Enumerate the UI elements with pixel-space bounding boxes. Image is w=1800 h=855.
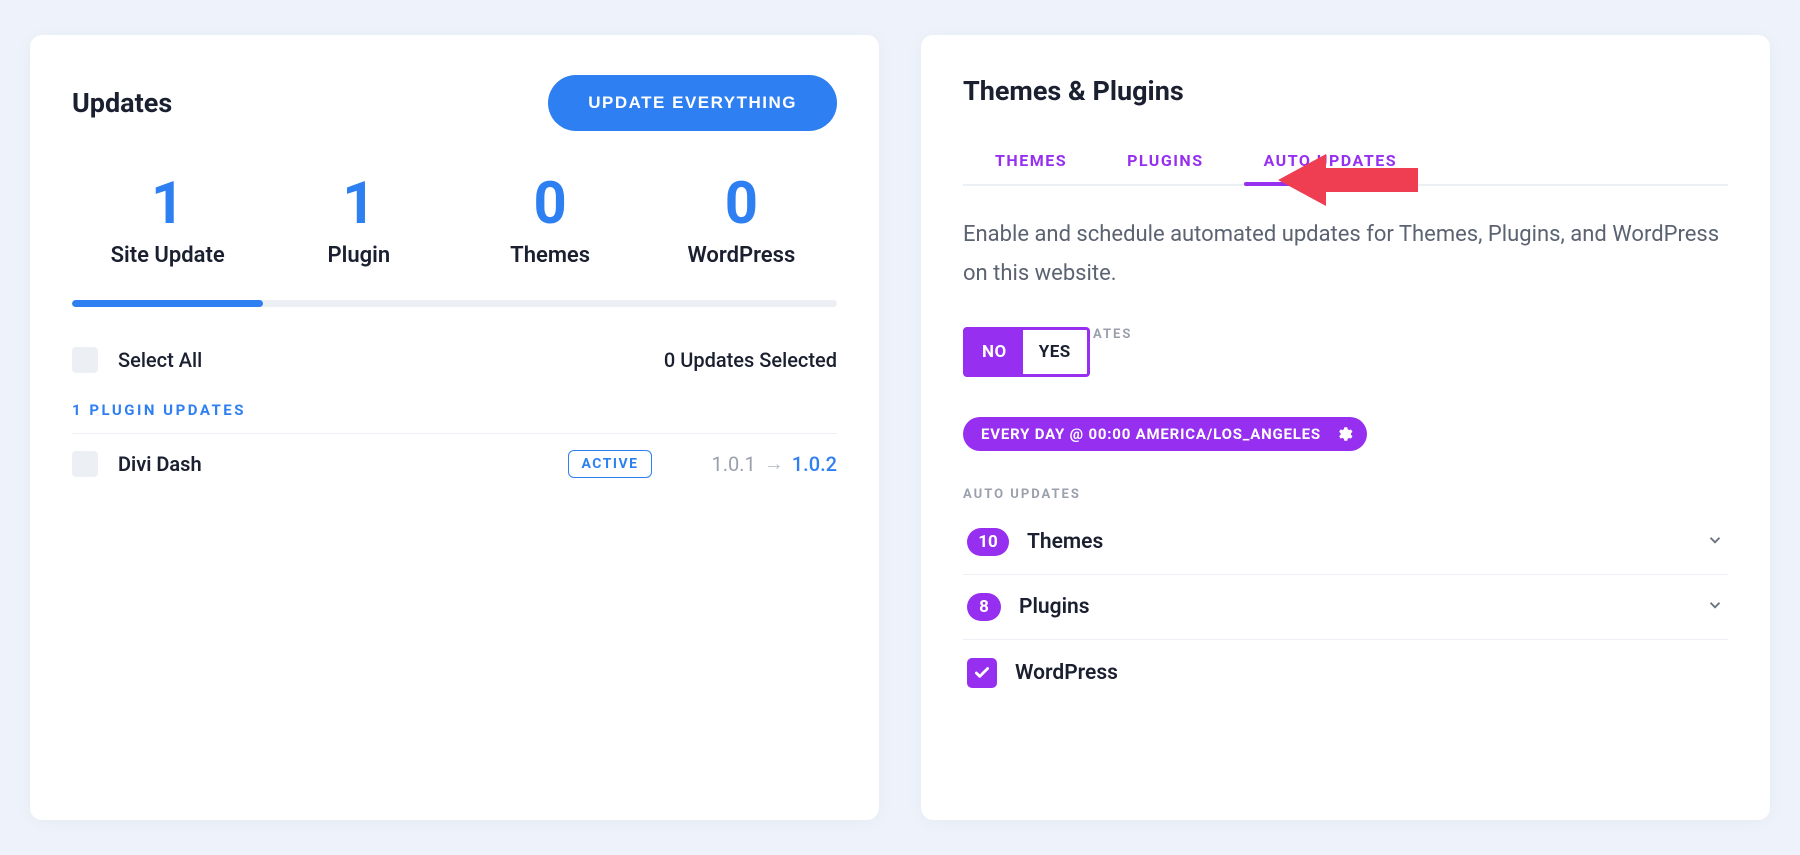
auto-updates-label: AUTO UPDATES (963, 487, 1728, 502)
toggle-no[interactable]: NO (966, 330, 1023, 374)
stat-label: WordPress (646, 243, 837, 268)
stat-site-update[interactable]: 1 Site Update (72, 173, 263, 268)
auto-row-title: WordPress (1015, 661, 1724, 685)
progress-track (72, 300, 837, 307)
tab-auto-updates[interactable]: AUTO UPDATES (1256, 139, 1406, 184)
auto-row-plugins[interactable]: 8 Plugins (963, 575, 1728, 640)
version-old: 1.0.1 (712, 452, 756, 476)
auto-row-themes[interactable]: 10 Themes (963, 510, 1728, 575)
tab-themes[interactable]: THEMES (987, 139, 1075, 184)
version-group: 1.0.1 → 1.0.2 (712, 451, 838, 476)
stat-plugin[interactable]: 1 Plugin (263, 173, 454, 268)
arrow-right-icon: → (764, 451, 784, 476)
enable-toggle[interactable]: NO YES (963, 327, 1090, 377)
stat-number: 1 (263, 173, 454, 237)
select-left: Select All (72, 347, 202, 373)
updates-header: Updates UPDATE EVERYTHING (72, 75, 837, 131)
themes-plugins-panel: Themes & Plugins THEMES PLUGINS AUTO UPD… (921, 35, 1770, 820)
stat-number: 1 (72, 173, 263, 237)
chevron-down-icon (1706, 531, 1724, 553)
stat-number: 0 (455, 173, 646, 237)
update-item-name: Divi Dash (118, 452, 202, 476)
select-all-label: Select All (118, 348, 202, 372)
stat-themes[interactable]: 0 Themes (455, 173, 646, 268)
wordpress-checkbox[interactable] (967, 658, 997, 688)
updates-panel: Updates UPDATE EVERYTHING 1 Site Update … (30, 35, 879, 820)
stat-label: Site Update (72, 243, 263, 268)
enable-label-behind: ATES (1093, 327, 1132, 342)
update-everything-button[interactable]: UPDATE EVERYTHING (548, 75, 837, 131)
auto-row-wordpress[interactable]: WordPress (963, 640, 1728, 706)
count-pill: 8 (967, 593, 1001, 621)
select-all-checkbox[interactable] (72, 347, 98, 373)
status-badge: ACTIVE (568, 450, 651, 478)
selected-count: 0 Updates Selected (664, 348, 837, 372)
count-pill: 10 (967, 528, 1009, 556)
enable-toggle-wrap: ATES NO YES (963, 327, 1728, 387)
stat-label: Themes (455, 243, 646, 268)
auto-updates-description: Enable and schedule automated updates fo… (963, 216, 1728, 293)
version-new: 1.0.2 (792, 452, 837, 476)
stat-number: 0 (646, 173, 837, 237)
toggle-yes[interactable]: YES (1023, 330, 1087, 374)
tabs: THEMES PLUGINS AUTO UPDATES (963, 139, 1728, 186)
plugin-updates-caption: 1 PLUGIN UPDATES (72, 401, 837, 419)
select-row: Select All 0 Updates Selected (72, 347, 837, 373)
schedule-text: EVERY DAY @ 00:00 AMERICA/LOS_ANGELES (981, 425, 1321, 443)
themes-plugins-title: Themes & Plugins (963, 75, 1728, 107)
stats-row: 1 Site Update 1 Plugin 0 Themes 0 WordPr… (72, 173, 837, 268)
auto-row-title: Plugins (1019, 595, 1688, 619)
update-item-checkbox[interactable] (72, 451, 98, 477)
stat-wordpress[interactable]: 0 WordPress (646, 173, 837, 268)
chevron-down-icon (1706, 596, 1724, 618)
progress-fill (72, 300, 263, 307)
gear-icon (1335, 425, 1353, 443)
tab-plugins[interactable]: PLUGINS (1119, 139, 1211, 184)
stat-label: Plugin (263, 243, 454, 268)
update-row-divi-dash: Divi Dash ACTIVE 1.0.1 → 1.0.2 (72, 433, 837, 494)
updates-title: Updates (72, 87, 172, 119)
schedule-pill[interactable]: EVERY DAY @ 00:00 AMERICA/LOS_ANGELES (963, 417, 1367, 451)
auto-row-title: Themes (1027, 530, 1688, 554)
schedule-wrap: EVERY DAY @ 00:00 AMERICA/LOS_ANGELES (963, 417, 1728, 457)
